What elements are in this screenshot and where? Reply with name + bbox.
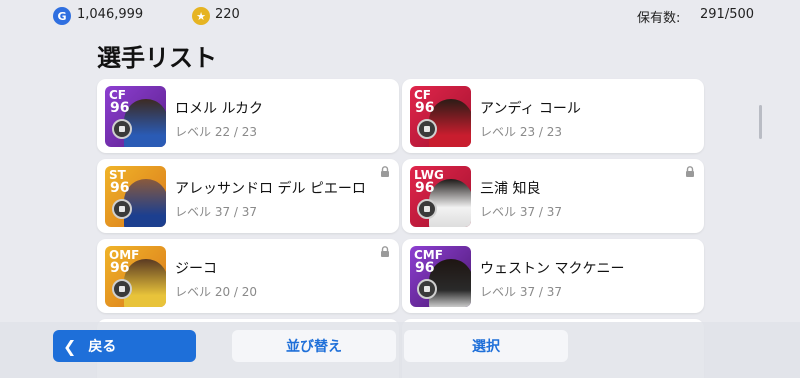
lock-icon (381, 166, 389, 177)
back-button[interactable]: ❮ 戻る (53, 330, 196, 362)
player-card[interactable]: LWG 96 三浦 知良 レベル 37 / 37 (402, 159, 704, 233)
page-title: 選手リスト (97, 44, 217, 72)
coin-value: 220 (215, 7, 240, 22)
player-thumbnail: CF 96 (410, 86, 471, 147)
back-button-label: 戻る (88, 339, 117, 355)
card-emblem-icon (417, 199, 437, 219)
player-level: レベル 37 / 37 (480, 285, 563, 299)
chevron-left-icon: ❮ (63, 336, 77, 356)
lock-icon (381, 246, 389, 257)
player-name: 三浦 知良 (480, 181, 541, 197)
player-level: レベル 22 / 23 (175, 125, 258, 139)
rating-label: 96 (415, 260, 435, 276)
player-thumbnail: OMF 96 (105, 246, 166, 307)
player-name: ロメル ルカク (175, 101, 264, 117)
gp-value: 1,046,999 (77, 7, 144, 22)
player-level: レベル 23 / 23 (480, 125, 563, 139)
select-button-label: 選択 (472, 339, 500, 355)
rating-label: 96 (110, 180, 130, 196)
rating-label: 96 (110, 260, 130, 276)
player-card[interactable]: ST 96 アレッサンドロ デル ピエーロ レベル 37 / 37 (97, 159, 399, 233)
rating-label: 96 (415, 100, 435, 116)
player-level: レベル 37 / 37 (480, 205, 563, 219)
card-emblem-icon (112, 119, 132, 139)
rating-label: 96 (415, 180, 435, 196)
player-thumbnail: ST 96 (105, 166, 166, 227)
player-name: アンディ コール (480, 101, 581, 117)
storage-value: 291/500 (700, 7, 755, 22)
storage-label: 保有数: (637, 11, 681, 26)
select-button[interactable]: 選択 (404, 330, 568, 362)
player-thumbnail: CF 96 (105, 86, 166, 147)
player-name: ウェストン マクケニー (480, 261, 625, 277)
player-card[interactable]: CMF 96 ウェストン マクケニー レベル 37 / 37 (402, 239, 704, 313)
player-name: ジーコ (175, 261, 217, 277)
player-thumbnail: LWG 96 (410, 166, 471, 227)
sort-button[interactable]: 並び替え (232, 330, 396, 362)
player-card[interactable]: OMF 96 ジーコ レベル 20 / 20 (97, 239, 399, 313)
player-level: レベル 20 / 20 (175, 285, 258, 299)
player-thumbnail: CMF 96 (410, 246, 471, 307)
card-emblem-icon (417, 119, 437, 139)
top-status-bar: G 1,046,999 ★ 220 保有数: 291/500 (0, 0, 800, 34)
player-card[interactable]: CF 96 アンディ コール レベル 23 / 23 (402, 79, 704, 153)
rating-label: 96 (110, 100, 130, 116)
card-emblem-icon (112, 279, 132, 299)
player-level: レベル 37 / 37 (175, 205, 258, 219)
card-emblem-icon (112, 199, 132, 219)
gp-icon: G (53, 7, 71, 25)
scrollbar[interactable] (759, 105, 762, 139)
lock-icon (686, 166, 694, 177)
sort-button-label: 並び替え (286, 339, 342, 355)
card-emblem-icon (417, 279, 437, 299)
player-card[interactable]: CF 96 ロメル ルカク レベル 22 / 23 (97, 79, 399, 153)
coin-icon: ★ (192, 7, 210, 25)
player-name: アレッサンドロ デル ピエーロ (175, 181, 366, 197)
